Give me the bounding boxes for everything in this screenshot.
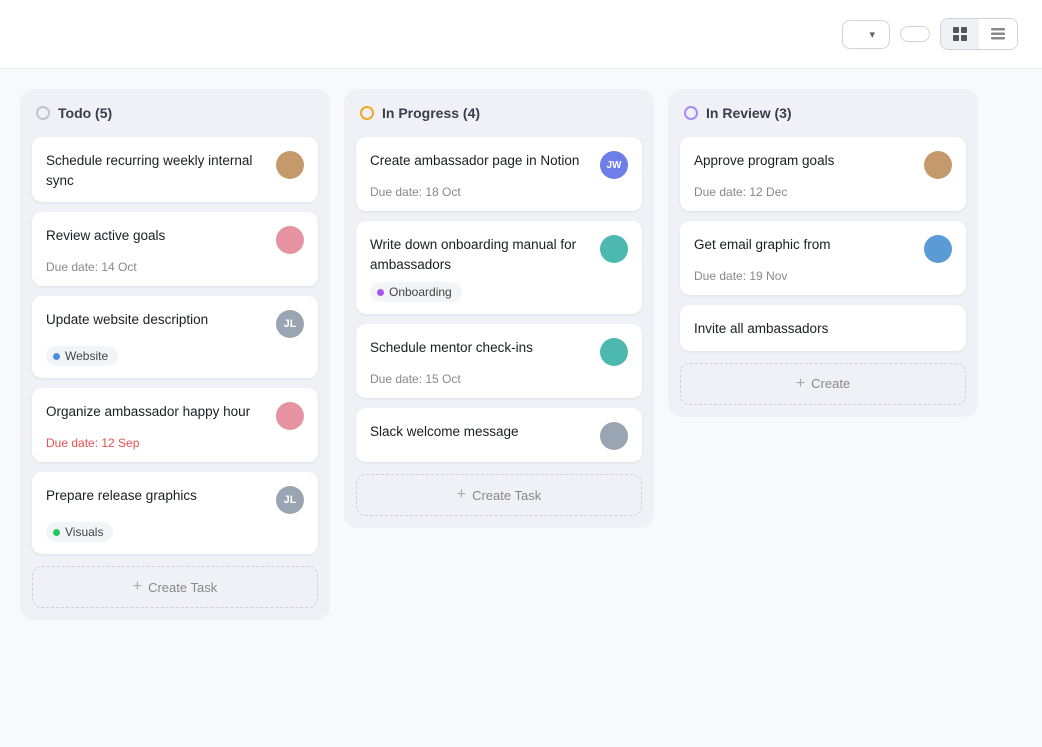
due-date: Due date: 12 Dec [694,185,952,199]
grid-view-button[interactable] [941,19,979,49]
column-title-todo: Todo (5) [58,105,112,121]
tag-dot-icon [377,289,384,296]
due-date: Due date: 19 Nov [694,269,952,283]
card-title: Approve program goals [694,151,916,171]
header-controls: ▾ [842,18,1018,50]
card-title: Review active goals [46,226,268,246]
tag-list: Website [46,346,304,366]
tag-badge: Onboarding [370,282,462,302]
tag-badge: Website [46,346,118,366]
card-top: Organize ambassador happy hour [46,402,304,430]
assigned-filter-button[interactable]: ▾ [842,20,890,49]
column-status-dot [684,106,698,120]
column-inprogress: In Progress (4) Create ambassador page i… [344,89,654,528]
avatar [276,402,304,430]
tag-dot-icon [53,353,60,360]
card-title: Slack welcome message [370,422,592,442]
plus-icon: + [457,486,466,504]
due-date: Due date: 14 Oct [46,260,304,274]
card-top: Prepare release graphics JL [46,486,304,514]
card-title: Create ambassador page in Notion [370,151,592,171]
create-task-label: Create Task [472,488,541,503]
card-top: Schedule recurring weekly internal sync [46,151,304,190]
column-inreview: In Review (3) Approve program goals Due … [668,89,978,417]
card-title: Write down onboarding manual for ambassa… [370,235,592,274]
task-card[interactable]: Create ambassador page in Notion JW Due … [356,137,642,211]
column-header-inreview: In Review (3) [680,103,966,127]
card-top: Review active goals [46,226,304,254]
avatar [924,151,952,179]
avatar [600,422,628,450]
task-card[interactable]: Schedule recurring weekly internal sync [32,137,318,202]
tag-list: Visuals [46,522,304,542]
create-task-label: Create Task [148,580,217,595]
task-card[interactable]: Update website description JL Website [32,296,318,378]
card-title: Schedule recurring weekly internal sync [46,151,268,190]
app-container: ▾ [0,0,1042,640]
avatar [276,151,304,179]
card-title: Update website description [46,310,268,330]
card-title: Get email graphic from [694,235,916,255]
due-date: Due date: 12 Sep [46,436,304,450]
list-view-icon [990,26,1006,42]
due-date: Due date: 18 Oct [370,185,628,199]
list-view-button[interactable] [979,19,1017,49]
card-top: Approve program goals [694,151,952,179]
column-todo: Todo (5) Schedule recurring weekly inter… [20,89,330,620]
card-title: Prepare release graphics [46,486,268,506]
task-card[interactable]: Get email graphic from Due date: 19 Nov [680,221,966,295]
avatar: JL [276,310,304,338]
column-title-inprogress: In Progress (4) [382,105,480,121]
create-task-button-inreview[interactable]: + Create [680,363,966,405]
filter-tags-button[interactable] [900,26,930,42]
task-card[interactable]: Schedule mentor check-ins Due date: 15 O… [356,324,642,398]
card-top: Get email graphic from [694,235,952,263]
card-title: Invite all ambassadors [694,319,952,339]
tag-list: Onboarding [370,282,628,302]
card-top: Create ambassador page in Notion JW [370,151,628,179]
grid-view-icon [952,26,968,42]
column-status-dot [360,106,374,120]
header: ▾ [0,0,1042,69]
avatar [600,235,628,263]
create-task-label: Create [811,376,850,391]
tag-label: Onboarding [389,285,452,299]
tag-dot-icon [53,529,60,536]
avatar: JW [600,151,628,179]
task-card[interactable]: Slack welcome message [356,408,642,462]
plus-icon: + [796,375,805,393]
task-card[interactable]: Organize ambassador happy hour Due date:… [32,388,318,462]
plus-icon: + [133,578,142,596]
column-header-inprogress: In Progress (4) [356,103,642,127]
task-card[interactable]: Prepare release graphics JL Visuals [32,472,318,554]
avatar [276,226,304,254]
tag-label: Visuals [65,525,103,539]
tag-badge: Visuals [46,522,113,542]
column-header-todo: Todo (5) [32,103,318,127]
create-task-button-inprogress[interactable]: + Create Task [356,474,642,516]
column-title-inreview: In Review (3) [706,105,792,121]
due-date: Due date: 15 Oct [370,372,628,386]
task-card[interactable]: Invite all ambassadors [680,305,966,351]
create-task-button-todo[interactable]: + Create Task [32,566,318,608]
view-toggle [940,18,1018,50]
avatar [924,235,952,263]
task-card[interactable]: Approve program goals Due date: 12 Dec [680,137,966,211]
task-card[interactable]: Write down onboarding manual for ambassa… [356,221,642,314]
card-title: Organize ambassador happy hour [46,402,268,422]
task-card[interactable]: Review active goals Due date: 14 Oct [32,212,318,286]
avatar: JL [276,486,304,514]
card-top: Update website description JL [46,310,304,338]
card-top: Invite all ambassadors [694,319,952,339]
board: Todo (5) Schedule recurring weekly inter… [0,69,1042,640]
tag-label: Website [65,349,108,363]
avatar [600,338,628,366]
card-top: Slack welcome message [370,422,628,450]
chevron-down-icon: ▾ [869,28,875,41]
column-status-dot [36,106,50,120]
card-top: Schedule mentor check-ins [370,338,628,366]
card-top: Write down onboarding manual for ambassa… [370,235,628,274]
card-title: Schedule mentor check-ins [370,338,592,358]
